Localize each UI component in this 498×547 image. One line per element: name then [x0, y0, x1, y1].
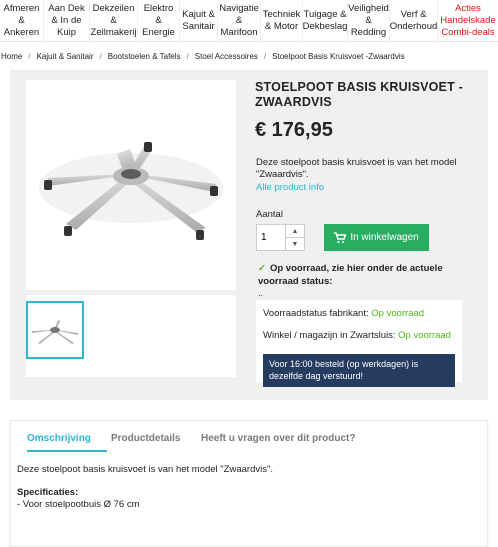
chair-base-image [39, 142, 223, 240]
nav-item-techniek[interactable]: Techniek & Motor [261, 0, 303, 41]
breadcrumb-home[interactable]: Home [1, 52, 22, 61]
breadcrumb-current: Stoelpoot Basis Kruisvoet -Zwaardvis [272, 51, 405, 61]
nav-item-kajuit[interactable]: Kajuit & Sanitair [180, 0, 218, 41]
nav-item-elektro[interactable]: Elektro & Energie [138, 0, 180, 41]
breadcrumb-stoel-accessoires[interactable]: Stoel Accessoires [195, 52, 258, 61]
product-short-description: Deze stoelpoot basis kruisvoet is van he… [256, 157, 457, 180]
product-thumbnail[interactable] [26, 301, 84, 359]
chair-base-thumbnail-image [32, 320, 78, 344]
checkmark-icon: ✓ [258, 263, 266, 274]
active-tab-indicator [27, 450, 107, 452]
specifications-title: Specificaties: [17, 487, 79, 498]
breadcrumb-separator: / [28, 51, 31, 61]
tab-productdetails[interactable]: Productdetails [111, 433, 180, 444]
store-status: Winkel / magazijn in Zwartsluis: Op voor… [263, 330, 451, 341]
supplier-status-label: Voorraadstatus fabrikant: [263, 308, 369, 319]
store-status-label: Winkel / magazijn in Zwartsluis: [263, 330, 396, 341]
specification-item: - Voor stoelpootbuis Ø 76 cm [17, 499, 140, 510]
nav-item-aan-dek[interactable]: Aan Dek & In de Kuip [44, 0, 90, 41]
shopping-cart-icon [334, 231, 347, 243]
top-navigation: Afmeren & Ankeren Aan Dek & In de Kuip D… [0, 0, 498, 42]
nav-item-veiligheid[interactable]: Veiligheid & Redding [348, 0, 390, 41]
product-main-image[interactable] [26, 80, 236, 290]
nav-item-tuigage[interactable]: Tuigage & Dekbeslag [303, 0, 348, 41]
nav-item-acties[interactable]: Acties Handelskade Combi-deals [438, 0, 498, 41]
chevron-up-icon[interactable]: ▲ [286, 225, 304, 238]
all-product-info-link[interactable]: Alle product info [256, 182, 324, 193]
stock-dots: .. [258, 288, 264, 298]
chevron-down-icon[interactable]: ▼ [286, 238, 304, 251]
nav-item-verf[interactable]: Verf & Onderhoud [390, 0, 438, 41]
nav-item-navigatie[interactable]: Navigatie & Marifoon [218, 0, 261, 41]
nav-item-afmeren[interactable]: Afmeren & Ankeren [0, 0, 44, 41]
quantity-input[interactable] [256, 224, 286, 251]
breadcrumb: Home / Kajuit & Sanitair / Bootstoelen &… [0, 47, 498, 65]
stock-status-text: Op voorraad, zie hier onder de actuele v… [258, 263, 443, 287]
tab-description-text: Deze stoelpoot basis kruisvoet is van he… [17, 464, 273, 475]
quantity-label: Aantal [256, 209, 283, 220]
tab-vragen[interactable]: Heeft u vragen over dit product? [201, 433, 355, 444]
supplier-status-value: Op voorraad [371, 308, 425, 319]
product-title: STOELPOOT BASIS KRUISVOET - ZWAARDVIS [255, 80, 463, 109]
quantity-stepper: ▲ ▼ [286, 224, 305, 251]
breadcrumb-separator: / [99, 51, 102, 61]
supplier-status: Voorraadstatus fabrikant: Op voorraad [263, 308, 424, 319]
tab-omschrijving[interactable]: Omschrijving [27, 433, 91, 444]
breadcrumb-separator: / [263, 51, 267, 61]
product-tabs: Omschrijving Productdetails Heeft u vrag… [10, 420, 488, 547]
shipping-notice: Voor 16:00 besteld (op werkdagen) is dez… [263, 354, 455, 387]
store-status-value: Op voorraad [398, 330, 451, 341]
add-to-cart-label: In winkelwagen [350, 232, 419, 243]
nav-item-dekzeilen[interactable]: Dekzeilen & Zeilmakerij [90, 0, 138, 41]
breadcrumb-kajuit[interactable]: Kajuit & Sanitair [37, 52, 94, 61]
product-price: € 176,95 [255, 119, 333, 141]
stock-status: ✓ Op voorraad, zie hier onder de actuele … [258, 262, 470, 288]
breadcrumb-separator: / [186, 51, 189, 61]
thumbnail-strip [26, 295, 236, 377]
add-to-cart-button[interactable]: In winkelwagen [324, 224, 429, 251]
breadcrumb-bootstoelen[interactable]: Bootstoelen & Tafels [108, 52, 181, 61]
